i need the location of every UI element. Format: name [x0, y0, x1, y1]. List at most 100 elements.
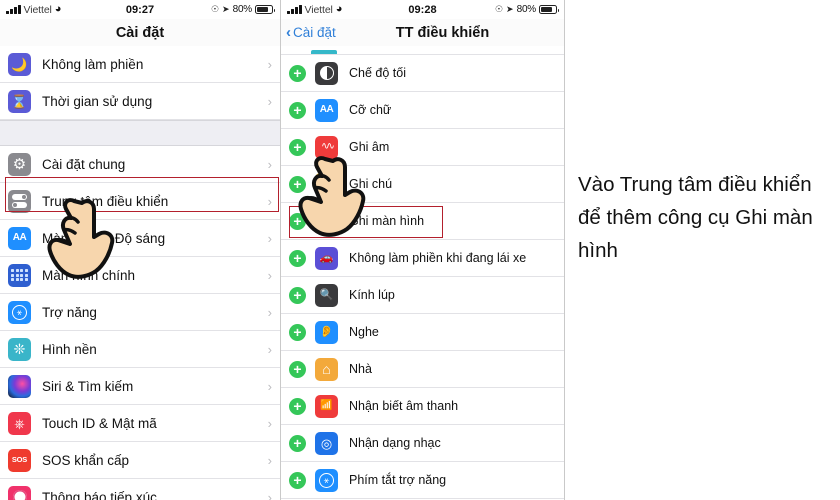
sos-icon: SOS — [8, 448, 31, 472]
add-plus-icon[interactable]: + — [289, 397, 306, 415]
list-item-sound-recognition[interactable]: + Nhận biết âm thanh — [281, 388, 564, 425]
list-item-dnd-while-driving[interactable]: + Không làm phiền khi đang lái xe — [281, 240, 564, 277]
left-phone-screen: Viettel ◕ 09:27 ☉ ➤ 80% Cài đặt Không là… — [0, 0, 281, 500]
display-brightness-icon: AA — [8, 226, 31, 250]
battery-percent-label: 80% — [516, 4, 537, 15]
screen-record-icon — [315, 209, 338, 233]
add-plus-icon[interactable]: + — [289, 434, 306, 452]
status-right-group: ☉ ➤ 80% — [210, 4, 275, 15]
battery-icon — [539, 5, 559, 14]
add-plus-icon[interactable]: + — [289, 175, 306, 193]
exposure-notification-icon — [8, 485, 31, 500]
chevron-right-icon: › — [267, 304, 272, 320]
row-label: Thời gian sử dụng — [42, 93, 153, 109]
row-label: Ghi âm — [349, 140, 390, 154]
list-item-screen-recording[interactable]: + Ghi màn hình — [281, 203, 564, 240]
row-label: Kính lúp — [349, 288, 395, 302]
sidebar-item-screen-time[interactable]: Thời gian sử dụng › — [0, 83, 280, 120]
sidebar-item-do-not-disturb[interactable]: Không làm phiền › — [0, 46, 280, 83]
sidebar-item-home-screen[interactable]: Màn hình chính › — [0, 257, 280, 294]
sidebar-item-touch-id[interactable]: ⎈ Touch ID & Mật mã › — [0, 405, 280, 442]
add-plus-icon[interactable]: + — [289, 323, 306, 341]
sound-recognition-icon — [315, 394, 338, 418]
row-label: Trợ năng — [42, 304, 97, 320]
list-item-notes[interactable]: + Ghi chú — [281, 166, 564, 203]
screenshot-stage: Viettel ◕ 09:27 ☉ ➤ 80% Cài đặt Không là… — [0, 0, 840, 500]
row-label: Trung tâm điều khiển — [42, 193, 169, 209]
row-label: Thông báo tiếp xúc — [42, 489, 157, 500]
list-item-music-recognition[interactable]: + Nhận dạng nhạc — [281, 425, 564, 462]
battery-icon — [255, 5, 275, 14]
add-plus-icon[interactable]: + — [289, 286, 306, 304]
screen-time-icon — [8, 89, 31, 113]
control-center-list[interactable]: + Chế độ tối + AA Cỡ chữ + Ghi âm + Ghi … — [281, 55, 564, 499]
battery-percent-label: 80% — [232, 4, 253, 15]
sidebar-item-accessibility[interactable]: ⚹ Trợ năng › — [0, 294, 280, 331]
list-item-dark-mode[interactable]: + Chế độ tối — [281, 55, 564, 92]
list-item-home[interactable]: + Nhà — [281, 351, 564, 388]
sidebar-item-exposure-notifications[interactable]: Thông báo tiếp xúc › — [0, 479, 280, 500]
chevron-right-icon: › — [267, 193, 272, 209]
chevron-right-icon: › — [267, 56, 272, 72]
sidebar-item-wallpaper[interactable]: ❊ Hình nền › — [0, 331, 280, 368]
list-item-voice-memos[interactable]: + Ghi âm — [281, 129, 564, 166]
left-status-bar: Viettel ◕ 09:27 ☉ ➤ 80% — [0, 0, 280, 19]
location-arrow-icon: ➤ — [506, 4, 514, 14]
accessibility-icon: ⚹ — [8, 300, 31, 324]
add-plus-icon[interactable]: + — [289, 360, 306, 378]
sidebar-item-general[interactable]: Cài đặt chung › — [0, 146, 280, 183]
list-item-hearing[interactable]: + Nghe — [281, 314, 564, 351]
hearing-icon — [315, 320, 338, 344]
chevron-right-icon: › — [267, 341, 272, 357]
row-label: Touch ID & Mật mã — [42, 415, 157, 431]
row-label: Màn hình chính — [42, 267, 136, 283]
add-plus-icon[interactable]: + — [289, 212, 306, 230]
row-label: Cỡ chữ — [349, 103, 392, 117]
chevron-left-icon: ‹ — [286, 24, 291, 41]
chevron-right-icon: › — [267, 489, 272, 500]
home-app-icon — [315, 357, 338, 381]
section-divider — [0, 120, 280, 146]
right-nav-bar: ‹ Cài đặt TT điều khiển — [281, 19, 564, 46]
do-not-disturb-driving-icon — [315, 246, 338, 270]
rotation-lock-icon: ☉ — [210, 4, 220, 14]
status-left-group: Viettel ◕ — [6, 4, 61, 16]
sidebar-item-emergency-sos[interactable]: SOS SOS khẩn cấp › — [0, 442, 280, 479]
row-label: Không làm phiền khi đang lái xe — [349, 251, 527, 265]
row-label: Không làm phiền — [42, 56, 144, 72]
page-title: Cài đặt — [115, 24, 165, 41]
add-plus-icon[interactable]: + — [289, 249, 306, 267]
add-plus-icon[interactable]: + — [289, 64, 306, 82]
row-label: Hình nền — [42, 341, 97, 357]
chevron-right-icon: › — [267, 93, 272, 109]
chevron-right-icon: › — [267, 230, 272, 246]
row-label: Chế độ tối — [349, 66, 406, 80]
status-left-group: Viettel ◕ — [287, 4, 342, 16]
row-label: SOS khẩn cấp — [42, 452, 130, 468]
sidebar-item-control-center[interactable]: Trung tâm điều khiển › — [0, 183, 280, 220]
row-label: Phím tắt trợ năng — [349, 473, 447, 487]
row-label: Cài đặt chung — [42, 156, 126, 172]
add-plus-icon[interactable]: + — [289, 101, 306, 119]
notes-icon — [315, 172, 338, 196]
list-item-text-size[interactable]: + AA Cỡ chữ — [281, 92, 564, 129]
add-plus-icon[interactable]: + — [289, 138, 306, 156]
add-plus-icon[interactable]: + — [289, 471, 306, 489]
row-label: Nhận biết âm thanh — [349, 399, 459, 413]
row-label: Siri & Tìm kiếm — [42, 378, 134, 394]
home-screen-icon — [8, 263, 31, 287]
list-item-magnifier[interactable]: + Kính lúp — [281, 277, 564, 314]
do-not-disturb-icon — [8, 52, 31, 76]
magnifier-icon — [315, 283, 338, 307]
sidebar-item-display-brightness[interactable]: AA Màn hình & Độ sáng › — [0, 220, 280, 257]
left-settings-list[interactable]: Không làm phiền › Thời gian sử dụng › Cà… — [0, 46, 280, 500]
wifi-icon: ◕ — [54, 3, 62, 15]
right-phone-screen: Viettel ◕ 09:28 ☉ ➤ 80% ‹ Cài đặt TT điề… — [281, 0, 565, 500]
list-item-accessibility-shortcut[interactable]: + ⚹ Phím tắt trợ năng — [281, 462, 564, 499]
left-nav-bar: Cài đặt — [0, 19, 280, 46]
dark-mode-icon — [315, 61, 338, 85]
rotation-lock-icon: ☉ — [494, 4, 504, 14]
sidebar-item-siri-search[interactable]: Siri & Tìm kiếm › — [0, 368, 280, 405]
back-button[interactable]: ‹ Cài đặt — [281, 25, 336, 40]
chevron-right-icon: › — [267, 415, 272, 431]
